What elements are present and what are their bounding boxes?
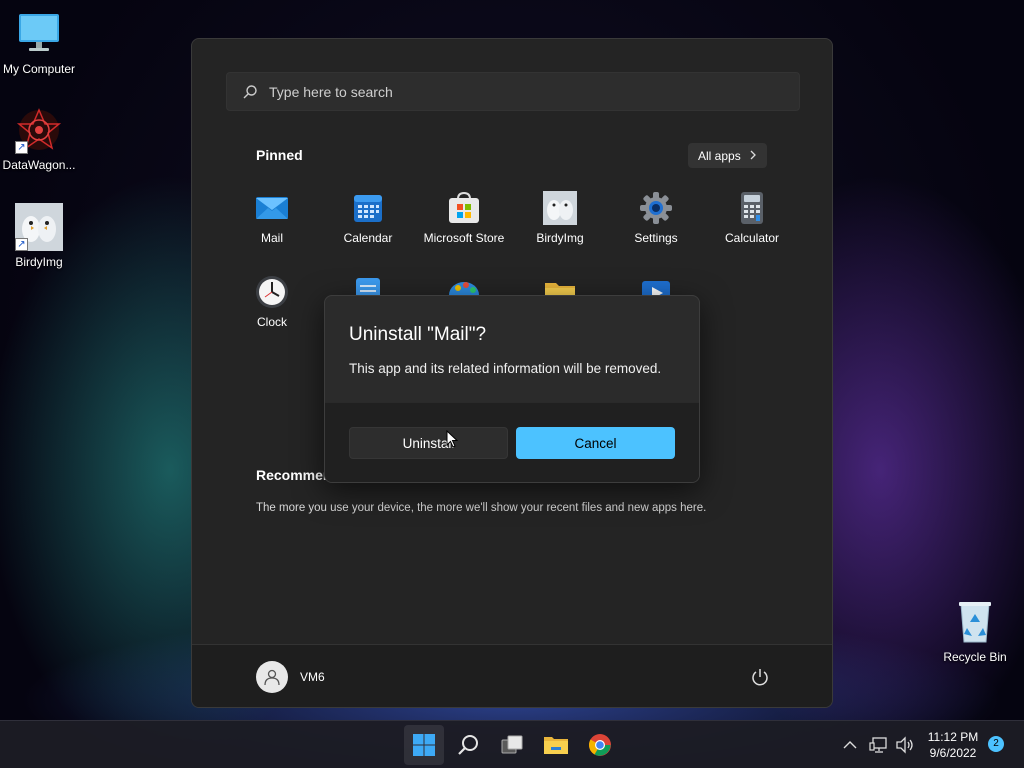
desktop-icon-label: DataWagon... (2, 158, 76, 172)
app-label: Calendar (343, 231, 393, 245)
search-icon (458, 735, 478, 755)
pinned-app-clock[interactable]: Clock (224, 275, 320, 329)
dialog-message: This app and its related information wil… (349, 361, 662, 376)
mail-icon (255, 191, 289, 225)
calendar-icon (351, 191, 385, 225)
dialog-title: Uninstall "Mail"? (349, 324, 487, 345)
chevron-right-icon (749, 149, 757, 163)
pinned-app-settings[interactable]: Settings (608, 191, 704, 245)
start-menu-footer: VM6 (192, 644, 832, 707)
taskbar-task-view-button[interactable] (492, 725, 532, 765)
store-icon (447, 191, 481, 225)
calculator-icon (735, 191, 769, 225)
chevron-up-icon (843, 741, 857, 749)
desktop-icon-datawagon[interactable]: ↗ DataWagon... (0, 106, 78, 172)
chrome-icon (589, 734, 611, 756)
volume-button[interactable] (892, 725, 918, 765)
power-button[interactable] (750, 667, 770, 687)
pinned-app-calendar[interactable]: Calendar (320, 191, 416, 245)
taskbar: 11:12 PM 9/6/2022 (0, 720, 1024, 768)
start-icon (413, 734, 435, 756)
recycle-bin-icon (951, 598, 999, 646)
desktop-icon-my-computer[interactable]: My Computer (0, 10, 78, 76)
recommended-placeholder-text: The more you use your device, the more w… (256, 502, 707, 514)
all-apps-button[interactable]: All apps (688, 143, 767, 168)
clock-date: 9/6/2022 (929, 746, 977, 760)
app-label: Microsoft Store (423, 231, 505, 245)
clock-icon (255, 275, 289, 309)
datawagon-icon: ↗ (15, 106, 63, 154)
taskbar-file-explorer-button[interactable] (536, 725, 576, 765)
app-label: BirdyImg (536, 231, 584, 245)
desktop-icon-birdyimg[interactable]: ↗ BirdyImg (0, 203, 78, 269)
birdyimg-icon: ↗ (15, 203, 63, 251)
app-label: Clock (256, 315, 287, 329)
taskbar-clock[interactable]: 11:12 PM 9/6/2022 (922, 729, 984, 761)
network-status-button[interactable] (866, 725, 892, 765)
desktop-icon-label: My Computer (2, 62, 76, 76)
app-label: Mail (260, 231, 283, 245)
user-account-button[interactable]: VM6 (248, 653, 348, 701)
birdyimg-icon (543, 191, 577, 225)
network-icon (869, 737, 887, 753)
task-view-icon (501, 735, 523, 754)
all-apps-label: All apps (698, 148, 741, 163)
pinned-app-mail[interactable]: Mail (224, 191, 320, 245)
mouse-cursor-icon (446, 430, 458, 448)
avatar (256, 661, 288, 693)
shortcut-arrow-icon: ↗ (15, 238, 28, 251)
uninstall-button[interactable]: Uninstall (349, 427, 508, 459)
app-label: Calculator (724, 231, 780, 245)
gear-icon (639, 191, 673, 225)
monitor-icon (15, 10, 63, 58)
taskbar-start-button[interactable] (404, 725, 444, 765)
taskbar-search-button[interactable] (448, 725, 488, 765)
show-hidden-icons-button[interactable] (836, 725, 864, 765)
uninstall-dialog: Uninstall "Mail"? This app and its relat… (324, 295, 700, 483)
app-label: Settings (634, 231, 678, 245)
pinned-app-birdyimg[interactable]: BirdyImg (512, 191, 608, 245)
power-icon (752, 669, 768, 686)
dialog-footer: Uninstall Cancel (325, 402, 699, 482)
shortcut-arrow-icon: ↗ (15, 141, 28, 154)
pinned-app-microsoft-store[interactable]: Microsoft Store (416, 191, 512, 245)
pinned-heading: Pinned (256, 147, 303, 163)
notification-badge[interactable]: 2 (988, 736, 1004, 752)
clock-time: 11:12 PM (927, 730, 979, 744)
desktop-icon-label: Recycle Bin (943, 650, 1007, 664)
speaker-icon (896, 736, 913, 754)
pinned-app-calculator[interactable]: Calculator (704, 191, 800, 245)
search-icon (241, 83, 259, 101)
start-search-box[interactable] (226, 72, 800, 111)
cancel-button[interactable]: Cancel (516, 427, 675, 459)
taskbar-chrome-button[interactable] (580, 725, 620, 765)
user-name: VM6 (300, 670, 325, 684)
desktop-icon-label: BirdyImg (15, 255, 63, 269)
desktop-icon-recycle-bin[interactable]: Recycle Bin (936, 598, 1014, 664)
search-input[interactable] (269, 83, 789, 100)
file-explorer-icon (544, 737, 568, 754)
